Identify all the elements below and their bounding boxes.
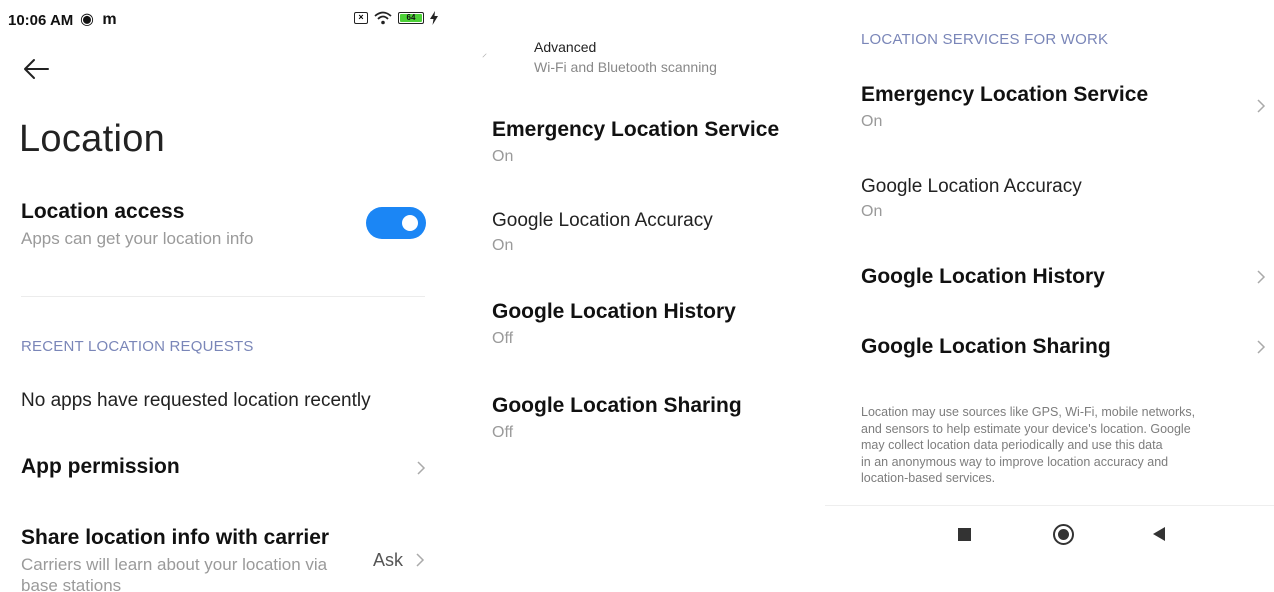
location-access-row[interactable]: Location access Apps can get your locati… <box>21 200 253 249</box>
share-carrier-subtitle-2: base stations <box>21 576 122 592</box>
chevron-right-icon <box>417 461 426 475</box>
wifi-icon <box>374 11 392 25</box>
battery-icon: 64 <box>398 12 424 24</box>
emergency-location-row[interactable]: Emergency Location Service On <box>492 118 779 166</box>
location-settings-panel: 10:06 AM ◉ m × 64 Location Location acce… <box>0 0 450 592</box>
home-circle-inner <box>1058 529 1069 540</box>
home-circle-icon[interactable] <box>1053 524 1074 545</box>
location-history-value: Off <box>492 330 514 347</box>
share-carrier-value: Ask <box>373 550 404 570</box>
charging-bolt-icon <box>430 11 438 25</box>
status-time: 10:06 AM <box>8 12 74 29</box>
emergency-location-value: On <box>492 148 514 165</box>
location-access-title: Location access <box>21 200 185 223</box>
emergency-location-title: Emergency Location Service <box>492 118 780 141</box>
back-arrow-icon[interactable] <box>22 55 50 83</box>
back-triangle-icon[interactable] <box>1152 526 1166 542</box>
disclaimer-line: location-based services. <box>861 471 996 485</box>
work-emergency-location-title: Emergency Location Service <box>861 83 1149 106</box>
chevron-right-icon <box>1257 99 1266 113</box>
location-sharing-title: Google Location Sharing <box>492 394 742 417</box>
work-location-accuracy-title: Google Location Accuracy <box>861 176 1082 197</box>
location-access-toggle[interactable] <box>366 207 426 239</box>
location-disclaimer: Location may use sources like GPS, Wi-Fi… <box>861 404 1241 487</box>
nav-bar-divider <box>825 505 1274 506</box>
chevron-right-icon <box>1257 340 1266 354</box>
chevron-right-icon <box>416 553 425 567</box>
work-location-accuracy-value: On <box>861 203 883 220</box>
app-permission-label: App permission <box>21 455 180 478</box>
page-title: Location <box>19 118 166 160</box>
share-carrier-row[interactable]: Share location info with carrier Carrier… <box>21 526 426 592</box>
disclaimer-line: Location may use sources like GPS, Wi-Fi… <box>861 405 1196 419</box>
location-access-subtitle: Apps can get your location info <box>21 229 254 248</box>
work-services-header: LOCATION SERVICES FOR WORK <box>861 31 1109 48</box>
status-notification-icons: ◉ m <box>80 9 117 29</box>
location-accuracy-row[interactable]: Google Location Accuracy On <box>492 210 713 255</box>
recent-requests-header: RECENT LOCATION REQUESTS <box>21 338 254 355</box>
advanced-title: Advanced <box>534 39 597 55</box>
no-apps-text: No apps have requested location recently <box>21 390 371 411</box>
share-carrier-subtitle-1: Carriers will learn about your location … <box>21 555 328 574</box>
app-permission-row[interactable]: App permission <box>21 455 426 485</box>
work-location-history-row[interactable]: Google Location History <box>861 265 1266 295</box>
location-accuracy-value: On <box>492 237 514 254</box>
work-location-sharing-row[interactable]: Google Location Sharing <box>861 335 1266 365</box>
advanced-subtitle: Wi-Fi and Bluetooth scanning <box>534 59 717 75</box>
app-m-icon: m <box>102 11 117 28</box>
location-history-row[interactable]: Google Location History Off <box>492 300 736 348</box>
work-emergency-location-value: On <box>861 113 883 130</box>
location-history-title: Google Location History <box>492 300 736 323</box>
location-accuracy-title: Google Location Accuracy <box>492 210 713 231</box>
share-carrier-title: Share location info with carrier <box>21 526 330 549</box>
recents-square-icon[interactable] <box>958 528 971 541</box>
divider <box>21 296 425 297</box>
at-sign-icon: ◉ <box>80 11 94 28</box>
disclaimer-line: in an anonymous way to improve location … <box>861 454 1169 469</box>
advanced-row[interactable]: Advanced Wi-Fi and Bluetooth scanning <box>534 39 717 75</box>
location-sharing-row[interactable]: Google Location Sharing Off <box>492 394 742 442</box>
work-location-sharing-title: Google Location Sharing <box>861 335 1111 358</box>
work-emergency-location-row[interactable]: Emergency Location Service On <box>861 83 1266 133</box>
location-sharing-value: Off <box>492 424 514 441</box>
work-location-panel: LOCATION SERVICES FOR WORK Emergency Loc… <box>825 0 1274 592</box>
work-location-history-title: Google Location History <box>861 265 1105 288</box>
status-right-icons: × 64 <box>354 11 438 25</box>
location-services-panel: ⎯ Advanced Wi-Fi and Bluetooth scanning … <box>460 0 820 592</box>
toggle-knob <box>402 215 418 231</box>
work-location-accuracy-row[interactable]: Google Location Accuracy On <box>861 176 1082 221</box>
edit-icon: ⎯ <box>478 49 491 62</box>
disclaimer-line: may collect location data periodically a… <box>861 438 1163 452</box>
no-sim-icon: × <box>354 12 368 24</box>
chevron-right-icon <box>1257 270 1266 284</box>
battery-level: 64 <box>400 14 422 22</box>
disclaimer-line: and sensors to help estimate your device… <box>861 421 1191 436</box>
